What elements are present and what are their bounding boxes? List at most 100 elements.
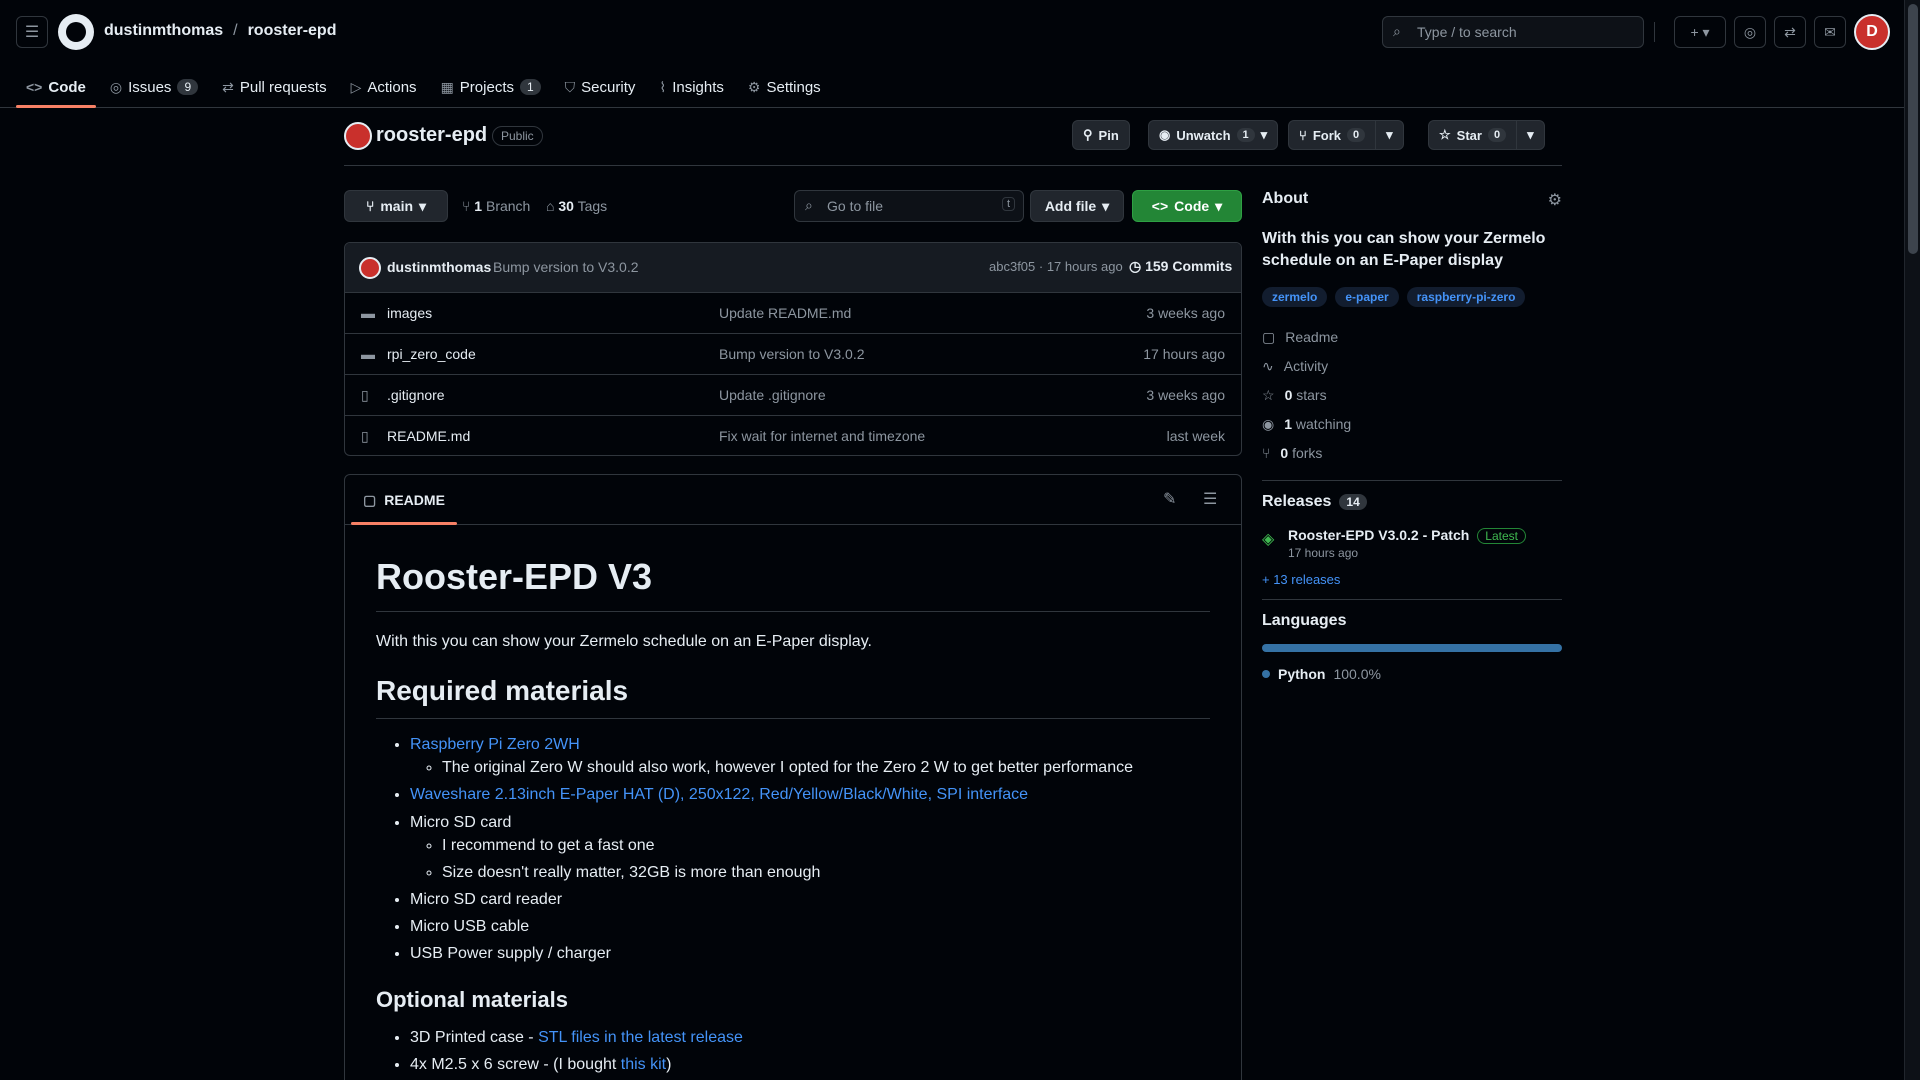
pull-requests-button[interactable]: ⇄ xyxy=(1774,16,1806,48)
hamburger-menu-button[interactable]: ☰ xyxy=(16,16,48,48)
pencil-icon[interactable]: ✎ xyxy=(1163,489,1176,509)
list-item: Size doesn't really matter, 32GB is more… xyxy=(442,861,1210,884)
fork-dropdown[interactable]: ▾ xyxy=(1375,121,1403,149)
language-item[interactable]: Python 100.0% xyxy=(1262,666,1562,682)
tab-insights[interactable]: ⌇ Insights xyxy=(649,66,734,108)
user-avatar[interactable]: D xyxy=(1854,14,1890,50)
readme-link[interactable]: ▢ Readme xyxy=(1262,323,1562,352)
tab-pull-requests[interactable]: ⇄ Pull requests xyxy=(212,66,336,108)
breadcrumb: dustinmthomas / rooster-epd xyxy=(104,22,336,40)
search-placeholder: Type / to search xyxy=(1417,24,1517,40)
chevron-down-icon: ▾ xyxy=(1386,127,1393,142)
tab-projects[interactable]: ▦ Projects 1 xyxy=(431,66,551,108)
file-commit-message[interactable]: Update .gitignore xyxy=(719,387,826,403)
branches-link[interactable]: ⑂ 1 Branch xyxy=(462,198,530,214)
topic-tag[interactable]: raspberry-pi-zero xyxy=(1406,286,1526,307)
tab-label: Issues xyxy=(128,78,172,96)
file-commit-message[interactable]: Update README.md xyxy=(719,305,851,321)
branches-label: Branch xyxy=(485,198,531,214)
go-to-file-input[interactable]: ⌕ Go to file t xyxy=(794,190,1024,222)
file-row[interactable]: ▯ .gitignore Update .gitignore 3 weeks a… xyxy=(345,375,1241,416)
repo-name[interactable]: rooster-epd xyxy=(376,124,487,147)
list-item: Raspberry Pi Zero 2WH The original Zero … xyxy=(410,733,1210,779)
tab-code[interactable]: <> Code xyxy=(16,66,96,108)
watching-link[interactable]: ◉ 1 watching xyxy=(1262,410,1562,439)
file-browser: dustinmthomas Bump version to V3.0.2 abc… xyxy=(344,242,1242,456)
unwatch-button[interactable]: ◉ Unwatch 1 ▾ xyxy=(1148,120,1279,150)
materials-link[interactable]: Waveshare 2.13inch E-Paper HAT (D), 250x… xyxy=(410,786,1028,803)
list-icon[interactable]: ☰ xyxy=(1203,489,1217,509)
file-commit-message[interactable]: Bump version to V3.0.2 xyxy=(719,346,865,362)
file-row[interactable]: ▬ rpi_zero_code Bump version to V3.0.2 1… xyxy=(345,334,1241,375)
star-button[interactable]: ☆ Star 0 ▾ xyxy=(1428,120,1545,150)
create-new-button[interactable]: + ▾ xyxy=(1674,16,1726,48)
list-item: The original Zero W should also work, ho… xyxy=(442,756,1210,779)
star-dropdown[interactable]: ▾ xyxy=(1516,121,1544,149)
add-file-button[interactable]: Add file ▾ xyxy=(1030,190,1124,222)
tab-issues[interactable]: ◎ Issues 9 xyxy=(100,66,208,108)
pull-request-icon: ⇄ xyxy=(222,78,234,95)
latest-release[interactable]: ◈ Rooster-EPD V3.0.2 - Patch Latest 17 ho… xyxy=(1262,527,1562,560)
branch-select-button[interactable]: ⑂ main ▾ xyxy=(344,190,448,222)
tags-link[interactable]: ⌂ 30 Tags xyxy=(546,198,607,214)
tag-icon: ⌂ xyxy=(546,198,555,214)
table-icon: ▦ xyxy=(440,78,454,95)
readme-content: Rooster-EPD V3 With this you can show yo… xyxy=(345,525,1241,1076)
file-name[interactable]: rpi_zero_code xyxy=(387,346,476,362)
tab-settings[interactable]: ⚙ Settings xyxy=(738,66,831,108)
code-button[interactable]: <> Code ▾ xyxy=(1132,190,1242,222)
materials-link[interactable]: this kit xyxy=(621,1056,666,1073)
tab-label: Actions xyxy=(367,78,417,96)
tab-security[interactable]: ⛉ Security xyxy=(555,66,646,108)
gear-icon[interactable]: ⚙ xyxy=(1548,190,1562,210)
commit-author[interactable]: dustinmthomas xyxy=(387,259,491,275)
book-icon: ▢ xyxy=(363,491,377,508)
file-row[interactable]: ▬ images Update README.md 3 weeks ago xyxy=(345,293,1241,334)
file-name[interactable]: .gitignore xyxy=(387,387,445,403)
fork-count: 0 xyxy=(1346,128,1366,142)
tab-label: Code xyxy=(48,78,86,96)
materials-link[interactable]: STL files in the latest release xyxy=(538,1029,743,1046)
inbox-button[interactable]: ✉ xyxy=(1814,16,1846,48)
commits-link[interactable]: ◷ 159 Commits xyxy=(1129,258,1232,275)
more-releases-link[interactable]: + 13 releases xyxy=(1262,572,1562,587)
breadcrumb-repo[interactable]: rooster-epd xyxy=(248,22,337,40)
file-name[interactable]: README.md xyxy=(387,428,470,444)
divider xyxy=(1262,598,1562,600)
list-item: Micro USB cable xyxy=(410,915,1210,938)
page-scrollbar[interactable] xyxy=(1904,0,1920,1080)
fork-button[interactable]: ⑂ Fork 0 ▾ xyxy=(1288,120,1404,150)
releases-title[interactable]: Releases 14 xyxy=(1262,493,1562,511)
commit-message[interactable]: Bump version to V3.0.2 xyxy=(493,259,639,275)
breadcrumb-owner[interactable]: dustinmthomas xyxy=(104,22,223,40)
link-label: Activity xyxy=(1283,358,1329,375)
github-logo-icon[interactable] xyxy=(58,14,94,50)
global-search-input[interactable]: ⌕ Type / to search xyxy=(1382,16,1644,48)
tab-label: Settings xyxy=(766,78,821,96)
releases-count: 14 xyxy=(1339,493,1367,510)
materials-link[interactable]: Raspberry Pi Zero 2WH xyxy=(410,736,580,753)
list-item-text: Size doesn't really matter, 32GB is more… xyxy=(442,863,821,881)
list-item: 3D Printed case - STL files in the lates… xyxy=(410,1026,1210,1049)
forks-link[interactable]: ⑂ 0 forks xyxy=(1262,439,1562,468)
topic-tag[interactable]: zermelo xyxy=(1262,286,1328,307)
activity-link[interactable]: ∿ Activity xyxy=(1262,352,1562,381)
pin-button[interactable]: ⚲ Pin xyxy=(1072,120,1130,150)
commit-hash-time[interactable]: abc3f05 · 17 hours ago xyxy=(989,259,1123,274)
topic-tag[interactable]: e-paper xyxy=(1335,286,1399,307)
stars-link[interactable]: ☆ 0 stars xyxy=(1262,381,1562,410)
folder-icon: ▬ xyxy=(361,346,375,362)
scrollbar-thumb[interactable] xyxy=(1908,4,1918,254)
release-name[interactable]: Rooster-EPD V3.0.2 - Patch xyxy=(1288,527,1469,543)
file-commit-message[interactable]: Fix wait for internet and timezone xyxy=(719,428,925,444)
tab-readme[interactable]: ▢ README xyxy=(351,475,457,525)
commits-label: 159 Commits xyxy=(1145,258,1233,274)
file-row[interactable]: ▯ README.md Fix wait for internet and ti… xyxy=(345,416,1241,455)
file-name[interactable]: images xyxy=(387,305,432,321)
go-to-file-placeholder: Go to file xyxy=(827,198,884,214)
issues-button[interactable]: ◎ xyxy=(1734,16,1766,48)
readme-tab-label: README xyxy=(384,492,445,508)
tab-actions[interactable]: ▷ Actions xyxy=(341,66,427,108)
list-item: 4x M2.5 x 6 screw - (I bought this kit) xyxy=(410,1053,1210,1076)
commit-author-avatar[interactable] xyxy=(359,257,381,279)
